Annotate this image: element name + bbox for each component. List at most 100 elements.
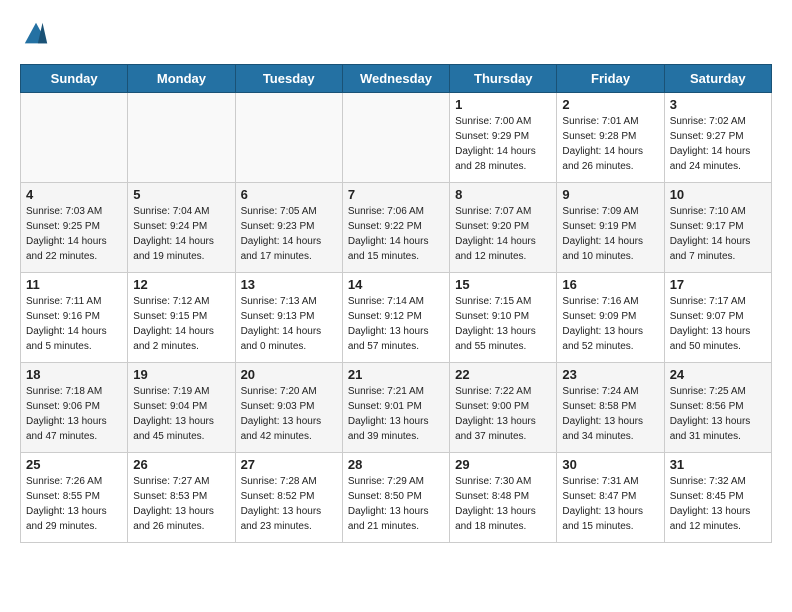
day-number: 31 (670, 457, 766, 472)
day-number: 7 (348, 187, 444, 202)
calendar-day-cell: 11 Sunrise: 7:11 AM Sunset: 9:16 PM Dayli… (21, 273, 128, 363)
calendar-day-cell: 22 Sunrise: 7:22 AM Sunset: 9:00 PM Dayli… (450, 363, 557, 453)
day-number: 23 (562, 367, 658, 382)
day-number: 6 (241, 187, 337, 202)
day-info: Sunrise: 7:14 AM Sunset: 9:12 PM Dayligh… (348, 294, 444, 354)
day-info: Sunrise: 7:03 AM Sunset: 9:25 PM Dayligh… (26, 204, 122, 264)
calendar-week-row: 1Sunrise: 7:00 AM Sunset: 9:29 PM Daylig… (21, 93, 772, 183)
day-info: Sunrise: 7:15 AM Sunset: 9:10 PM Dayligh… (455, 294, 551, 354)
day-info: Sunrise: 7:27 AM Sunset: 8:53 PM Dayligh… (133, 474, 229, 534)
day-number: 27 (241, 457, 337, 472)
calendar-day-cell: 28 Sunrise: 7:29 AM Sunset: 8:50 PM Dayli… (342, 453, 449, 543)
day-number: 22 (455, 367, 551, 382)
calendar-day-cell: 20 Sunrise: 7:20 AM Sunset: 9:03 PM Dayli… (235, 363, 342, 453)
calendar-day-cell: 25Sunrise: 7:26 AM Sunset: 8:55 PM Dayli… (21, 453, 128, 543)
day-info: Sunrise: 7:12 AM Sunset: 9:15 PM Dayligh… (133, 294, 229, 354)
day-number: 30 (562, 457, 658, 472)
day-info: Sunrise: 7:01 AM Sunset: 9:28 PM Dayligh… (562, 114, 658, 174)
day-number: 5 (133, 187, 229, 202)
calendar-day-cell: 24Sunrise: 7:25 AM Sunset: 8:56 PM Dayli… (664, 363, 771, 453)
day-number: 18 (26, 367, 122, 382)
calendar-day-cell: 4Sunrise: 7:03 AM Sunset: 9:25 PM Daylig… (21, 183, 128, 273)
day-number: 3 (670, 97, 766, 112)
day-number: 10 (670, 187, 766, 202)
day-info: Sunrise: 7:13 AM Sunset: 9:13 PM Dayligh… (241, 294, 337, 354)
weekday-header-friday: Friday (557, 65, 664, 93)
calendar-day-cell: 8Sunrise: 7:07 AM Sunset: 9:20 PM Daylig… (450, 183, 557, 273)
day-number: 13 (241, 277, 337, 292)
day-number: 16 (562, 277, 658, 292)
day-number: 26 (133, 457, 229, 472)
day-info: Sunrise: 7:05 AM Sunset: 9:23 PM Dayligh… (241, 204, 337, 264)
day-info: Sunrise: 7:06 AM Sunset: 9:22 PM Dayligh… (348, 204, 444, 264)
day-info: Sunrise: 7:31 AM Sunset: 8:47 PM Dayligh… (562, 474, 658, 534)
calendar-day-cell: 26 Sunrise: 7:27 AM Sunset: 8:53 PM Dayli… (128, 453, 235, 543)
day-number: 21 (348, 367, 444, 382)
day-info: Sunrise: 7:09 AM Sunset: 9:19 PM Dayligh… (562, 204, 658, 264)
calendar-day-cell (21, 93, 128, 183)
calendar-table: SundayMondayTuesdayWednesdayThursdayFrid… (20, 64, 772, 543)
day-number: 2 (562, 97, 658, 112)
page-header (20, 20, 772, 48)
calendar-week-row: 25Sunrise: 7:26 AM Sunset: 8:55 PM Dayli… (21, 453, 772, 543)
calendar-day-cell (235, 93, 342, 183)
calendar-day-cell: 5 Sunrise: 7:04 AM Sunset: 9:24 PM Daylig… (128, 183, 235, 273)
day-info: Sunrise: 7:11 AM Sunset: 9:16 PM Dayligh… (26, 294, 122, 354)
calendar-day-cell: 21 Sunrise: 7:21 AM Sunset: 9:01 PM Dayli… (342, 363, 449, 453)
weekday-header-row: SundayMondayTuesdayWednesdayThursdayFrid… (21, 65, 772, 93)
calendar-week-row: 11 Sunrise: 7:11 AM Sunset: 9:16 PM Dayli… (21, 273, 772, 363)
day-info: Sunrise: 7:25 AM Sunset: 8:56 PM Dayligh… (670, 384, 766, 444)
calendar-day-cell: 18 Sunrise: 7:18 AM Sunset: 9:06 PM Dayli… (21, 363, 128, 453)
calendar-day-cell: 15 Sunrise: 7:15 AM Sunset: 9:10 PM Dayli… (450, 273, 557, 363)
day-info: Sunrise: 7:17 AM Sunset: 9:07 PM Dayligh… (670, 294, 766, 354)
calendar-day-cell: 7 Sunrise: 7:06 AM Sunset: 9:22 PM Daylig… (342, 183, 449, 273)
weekday-header-monday: Monday (128, 65, 235, 93)
calendar-week-row: 4Sunrise: 7:03 AM Sunset: 9:25 PM Daylig… (21, 183, 772, 273)
calendar-day-cell: 19Sunrise: 7:19 AM Sunset: 9:04 PM Dayli… (128, 363, 235, 453)
logo-icon (22, 20, 50, 48)
day-info: Sunrise: 7:10 AM Sunset: 9:17 PM Dayligh… (670, 204, 766, 264)
weekday-header-sunday: Sunday (21, 65, 128, 93)
calendar-day-cell: 10 Sunrise: 7:10 AM Sunset: 9:17 PM Dayli… (664, 183, 771, 273)
day-info: Sunrise: 7:00 AM Sunset: 9:29 PM Dayligh… (455, 114, 551, 174)
day-info: Sunrise: 7:04 AM Sunset: 9:24 PM Dayligh… (133, 204, 229, 264)
day-info: Sunrise: 7:30 AM Sunset: 8:48 PM Dayligh… (455, 474, 551, 534)
calendar-day-cell (342, 93, 449, 183)
day-number: 19 (133, 367, 229, 382)
calendar-day-cell: 31 Sunrise: 7:32 AM Sunset: 8:45 PM Dayli… (664, 453, 771, 543)
day-info: Sunrise: 7:21 AM Sunset: 9:01 PM Dayligh… (348, 384, 444, 444)
calendar-day-cell: 17 Sunrise: 7:17 AM Sunset: 9:07 PM Dayli… (664, 273, 771, 363)
day-number: 15 (455, 277, 551, 292)
day-info: Sunrise: 7:18 AM Sunset: 9:06 PM Dayligh… (26, 384, 122, 444)
day-info: Sunrise: 7:20 AM Sunset: 9:03 PM Dayligh… (241, 384, 337, 444)
calendar-day-cell (128, 93, 235, 183)
day-info: Sunrise: 7:22 AM Sunset: 9:00 PM Dayligh… (455, 384, 551, 444)
weekday-header-tuesday: Tuesday (235, 65, 342, 93)
calendar-day-cell: 23Sunrise: 7:24 AM Sunset: 8:58 PM Dayli… (557, 363, 664, 453)
calendar-day-cell: 6 Sunrise: 7:05 AM Sunset: 9:23 PM Daylig… (235, 183, 342, 273)
weekday-header-saturday: Saturday (664, 65, 771, 93)
calendar-day-cell: 16Sunrise: 7:16 AM Sunset: 9:09 PM Dayli… (557, 273, 664, 363)
day-info: Sunrise: 7:02 AM Sunset: 9:27 PM Dayligh… (670, 114, 766, 174)
calendar-day-cell: 27 Sunrise: 7:28 AM Sunset: 8:52 PM Dayli… (235, 453, 342, 543)
calendar-day-cell: 30 Sunrise: 7:31 AM Sunset: 8:47 PM Dayli… (557, 453, 664, 543)
day-info: Sunrise: 7:07 AM Sunset: 9:20 PM Dayligh… (455, 204, 551, 264)
day-info: Sunrise: 7:28 AM Sunset: 8:52 PM Dayligh… (241, 474, 337, 534)
day-info: Sunrise: 7:32 AM Sunset: 8:45 PM Dayligh… (670, 474, 766, 534)
day-number: 20 (241, 367, 337, 382)
day-number: 17 (670, 277, 766, 292)
calendar-day-cell: 13 Sunrise: 7:13 AM Sunset: 9:13 PM Dayli… (235, 273, 342, 363)
weekday-header-thursday: Thursday (450, 65, 557, 93)
day-number: 11 (26, 277, 122, 292)
calendar-day-cell: 29 Sunrise: 7:30 AM Sunset: 8:48 PM Dayli… (450, 453, 557, 543)
weekday-header-wednesday: Wednesday (342, 65, 449, 93)
calendar-day-cell: 1Sunrise: 7:00 AM Sunset: 9:29 PM Daylig… (450, 93, 557, 183)
day-info: Sunrise: 7:26 AM Sunset: 8:55 PM Dayligh… (26, 474, 122, 534)
calendar-day-cell: 2 Sunrise: 7:01 AM Sunset: 9:28 PM Daylig… (557, 93, 664, 183)
day-info: Sunrise: 7:29 AM Sunset: 8:50 PM Dayligh… (348, 474, 444, 534)
day-number: 28 (348, 457, 444, 472)
day-number: 29 (455, 457, 551, 472)
day-number: 9 (562, 187, 658, 202)
calendar-day-cell: 3 Sunrise: 7:02 AM Sunset: 9:27 PM Daylig… (664, 93, 771, 183)
logo (20, 20, 54, 48)
